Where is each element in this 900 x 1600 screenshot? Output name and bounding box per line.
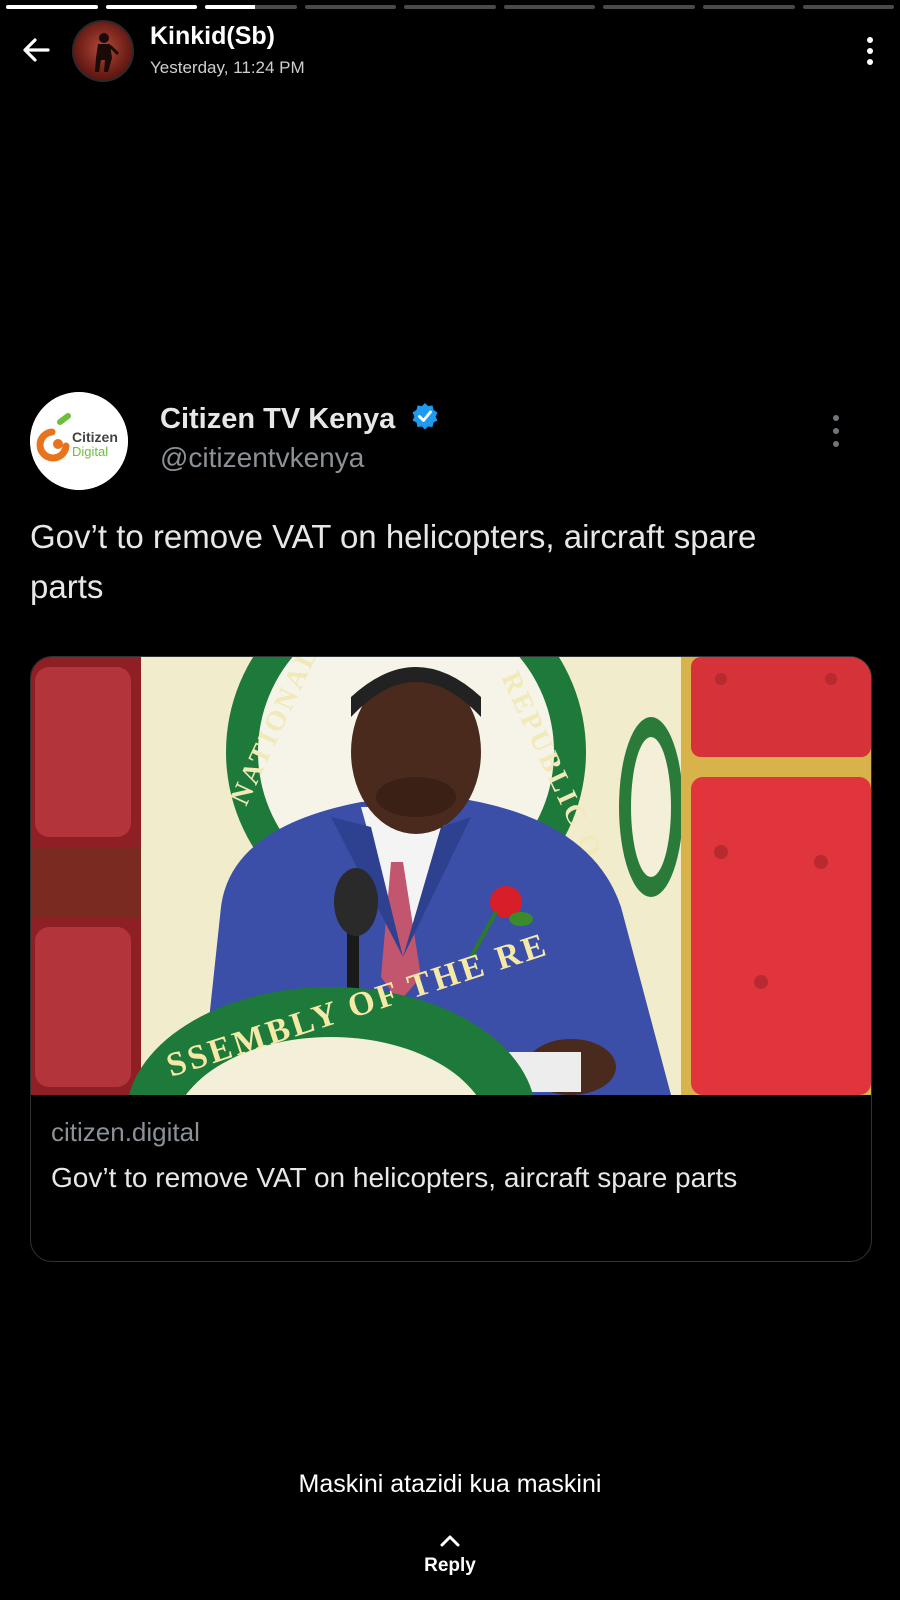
tweet-author-name: Citizen TV Kenya xyxy=(160,402,439,436)
reply-button[interactable]: Reply xyxy=(0,1534,900,1577)
story-progress-segment xyxy=(802,5,895,9)
tweet-more-icon xyxy=(833,415,839,447)
svg-text:Digital: Digital xyxy=(72,444,108,459)
svg-text:Citizen: Citizen xyxy=(72,429,118,445)
story-caption: Maskini atazidi kua maskini xyxy=(298,1470,602,1498)
story-header: Kinkid(Sb) Yesterday, 11:24 PM xyxy=(0,18,900,82)
story-progress-fill xyxy=(6,5,98,9)
news-photo: NATIONAL A REPUBLIC O SSEMBLY OF THE RE xyxy=(31,657,871,1095)
story-progress-segment xyxy=(6,5,98,9)
back-arrow-icon[interactable] xyxy=(18,32,54,68)
verified-badge-icon xyxy=(412,403,438,430)
story-progress-segment xyxy=(503,5,596,9)
story-progress-fill xyxy=(105,5,198,9)
more-options-icon[interactable] xyxy=(864,36,876,66)
tweet-author-name-text: Citizen TV Kenya xyxy=(160,403,396,435)
story-progress-segment xyxy=(304,5,397,9)
tweet-author-handle: @citizentvkenya xyxy=(160,442,365,473)
story-user-name[interactable]: Kinkid(Sb) xyxy=(150,22,275,51)
story-progress-segment xyxy=(404,5,496,9)
citizen-digital-logo: Citizen Digital xyxy=(30,392,128,490)
story-progress-segment xyxy=(603,5,695,9)
story-progress-segment xyxy=(702,5,795,9)
story-progress-segment xyxy=(205,5,297,9)
card-title: Gov’t to remove VAT on helicopters, airc… xyxy=(51,1162,738,1193)
story-progress-segment xyxy=(105,5,198,9)
chevron-up-icon xyxy=(440,1535,460,1547)
avatar[interactable] xyxy=(72,20,134,82)
story-progress-fill xyxy=(205,5,256,9)
tweet-text: Gov’t to remove VAT on helicopters, airc… xyxy=(30,518,757,605)
card-domain: citizen.digital xyxy=(51,1117,200,1147)
link-preview-card: NATIONAL A REPUBLIC O SSEMBLY OF THE RE … xyxy=(30,656,872,1262)
story-timestamp: Yesterday, 11:24 PM xyxy=(150,58,305,77)
story-progress-bar xyxy=(6,5,895,9)
reply-label: Reply xyxy=(424,1555,476,1576)
